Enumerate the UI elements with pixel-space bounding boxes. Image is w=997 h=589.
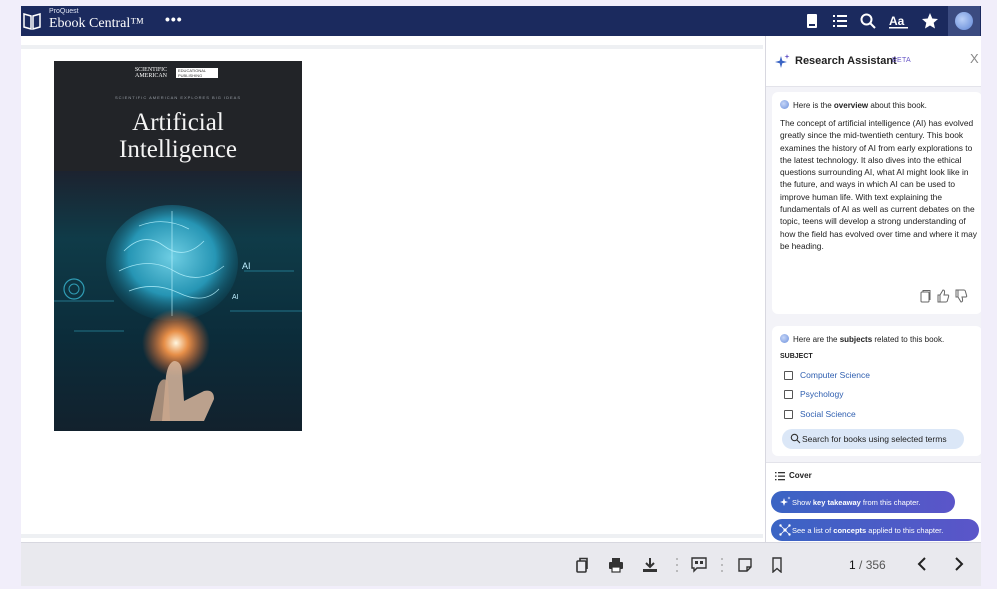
note-icon[interactable] — [737, 557, 753, 573]
concepts-button[interactable]: See a list of concepts applied to this c… — [771, 519, 979, 541]
thumbs-down-icon[interactable] — [954, 289, 968, 303]
page-top-edge — [21, 45, 763, 49]
subject-checkbox[interactable] — [784, 410, 793, 419]
sparkle-icon — [780, 496, 791, 506]
chapter-label: Cover — [789, 471, 812, 480]
cite-icon[interactable] — [691, 557, 707, 573]
globe-icon — [780, 100, 789, 109]
book-logo-icon[interactable] — [23, 11, 41, 31]
more-options-icon[interactable]: ••• — [165, 11, 183, 27]
thumbs-up-icon[interactable] — [936, 289, 950, 303]
bottom-toolbar: 1 / 356 — [21, 542, 981, 586]
toolbar-divider — [721, 558, 723, 572]
total-pages: 356 — [865, 558, 886, 572]
previous-page-icon[interactable] — [914, 555, 932, 573]
cover-title: Artificial Intelligence — [54, 109, 302, 163]
assistant-header: Research Assistant BETA X — [766, 36, 981, 87]
research-assistant-toggle[interactable] — [948, 6, 980, 36]
publisher-logo: SCIENTIFIC AMERICAN EDUCATIONAL PUBLISHI… — [128, 67, 228, 79]
bookmark-star-icon[interactable] — [921, 12, 939, 30]
assistant-globe-icon — [955, 12, 973, 30]
globe-icon — [780, 334, 789, 343]
page-bottom-edge — [21, 534, 763, 538]
subject-header: SUBJECT — [780, 353, 813, 360]
subject-label[interactable]: Psychology — [800, 389, 843, 399]
publisher-box-2: PUBLISHING — [178, 73, 203, 78]
book-details-icon[interactable] — [803, 12, 821, 30]
page-indicator[interactable]: 1 / 356 — [849, 558, 886, 572]
bookmark-icon[interactable] — [769, 557, 785, 573]
subjects-intro: Here are the subjects related to this bo… — [780, 334, 944, 344]
cover-ai-label: AI — [242, 261, 251, 271]
assistant-title: Research Assistant — [795, 55, 897, 67]
search-button-label: Search for books using selected terms — [802, 434, 947, 444]
table-of-contents-icon[interactable] — [831, 12, 849, 30]
cover-title-line-2: Intelligence — [119, 136, 237, 163]
search-icon — [790, 433, 801, 444]
subjects-card: Here are the subjects related to this bo… — [772, 326, 981, 456]
subject-checkbox[interactable] — [784, 371, 793, 380]
svg-text:Aa: Aa — [889, 14, 905, 28]
print-icon[interactable] — [608, 557, 624, 573]
cover-ai-label-small: AI — [232, 294, 239, 301]
next-page-icon[interactable] — [949, 555, 967, 573]
cover-brain-illustration: AI AI — [54, 205, 302, 421]
chapter-section: Cover Show key takeaway from this chapte… — [766, 462, 981, 543]
sparkle-icon — [775, 54, 790, 68]
brand-ebook-central[interactable]: Ebook Central™ — [49, 16, 144, 32]
subject-checkbox[interactable] — [784, 390, 793, 399]
publisher-line-2: AMERICAN — [134, 73, 167, 79]
brand-proquest: ProQuest — [49, 8, 79, 15]
copy-icon[interactable] — [918, 289, 932, 303]
toolbar-divider — [676, 558, 678, 572]
text-size-icon[interactable]: Aa — [888, 12, 910, 30]
key-takeaway-button[interactable]: Show key takeaway from this chapter. — [771, 491, 955, 513]
search-icon[interactable] — [859, 12, 877, 30]
subject-label[interactable]: Computer Science — [800, 370, 870, 380]
subject-label[interactable]: Social Science — [800, 409, 856, 419]
list-icon — [775, 472, 785, 481]
overview-card: Here is the overview about this book. Th… — [772, 92, 981, 314]
cover-series: SCIENTIFIC AMERICAN EXPLORES BIG IDEAS — [114, 95, 242, 100]
close-panel-button[interactable]: X — [970, 51, 979, 66]
beta-badge: BETA — [892, 57, 911, 64]
current-page[interactable]: 1 — [849, 558, 856, 572]
reader-pane[interactable]: SCIENTIFIC AMERICAN EDUCATIONAL PUBLISHI… — [21, 36, 765, 542]
copy-pages-icon[interactable] — [573, 557, 589, 573]
download-icon[interactable] — [642, 557, 658, 573]
cover-header: SCIENTIFIC AMERICAN EDUCATIONAL PUBLISHI… — [54, 61, 302, 171]
app-frame: ProQuest Ebook Central™ ••• Aa SCIENTIFI… — [21, 6, 981, 586]
overview-text: The concept of artificial intelligence (… — [780, 118, 977, 251]
network-icon — [779, 524, 791, 536]
cover-title-line-1: Artificial — [132, 109, 224, 136]
book-cover: SCIENTIFIC AMERICAN EDUCATIONAL PUBLISHI… — [54, 61, 302, 431]
research-assistant-panel: Research Assistant BETA X Here is the ov… — [765, 36, 981, 543]
search-selected-terms-button[interactable]: Search for books using selected terms — [782, 429, 964, 449]
top-toolbar: ProQuest Ebook Central™ ••• Aa — [21, 6, 981, 36]
overview-intro: Here is the overview about this book. — [780, 100, 927, 110]
